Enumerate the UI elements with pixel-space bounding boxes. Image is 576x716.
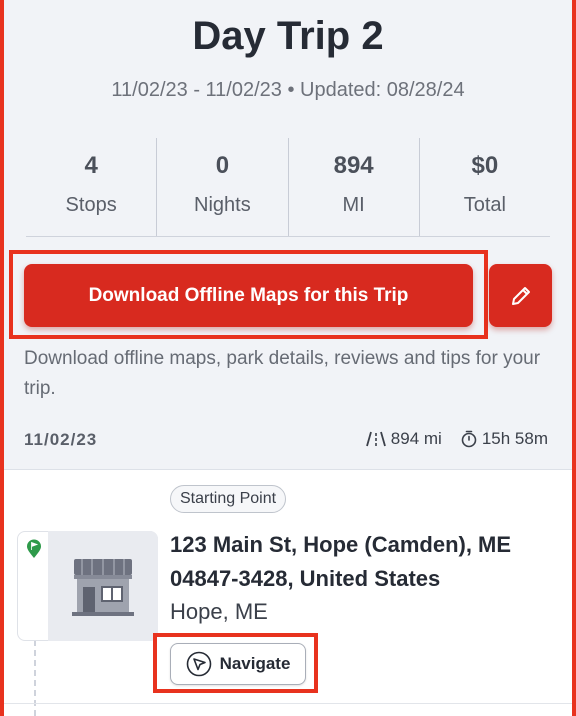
stat-label: Nights [194, 194, 251, 216]
stat-label: Stops [65, 194, 117, 216]
pencil-icon [511, 286, 530, 305]
location-pin [23, 538, 45, 560]
stat-label: Total [463, 194, 506, 216]
day-duration: 15h 58m [481, 429, 548, 448]
stop-city: Hope, ME [170, 599, 268, 624]
stat-nights: 0 Nights [157, 138, 289, 236]
stat-stops: 4 Stops [26, 138, 158, 236]
day-summary: 894 mi 15h 58m [365, 429, 548, 449]
day-date: 11/02/23 [24, 430, 98, 449]
stopwatch-icon [461, 430, 477, 448]
trip-stats: 4 Stops 0 Nights 894 MI $0 Total [26, 138, 550, 236]
trip-dates: 11/02/23 - 11/02/23 • Updated: 08/28/24 [111, 79, 465, 101]
stats-divider [26, 236, 550, 237]
stat-total: $0 Total [420, 138, 550, 236]
navigate-button[interactable]: Navigate [170, 643, 306, 685]
navigate-label: Navigate [219, 654, 291, 673]
stop-address[interactable]: 123 Main St, Hope (Camden), ME 04847-342… [170, 528, 560, 596]
section-divider [0, 703, 576, 704]
stat-value: 4 [84, 152, 98, 179]
starting-point-badge: Starting Point [170, 485, 287, 513]
location-pin-icon [27, 539, 41, 558]
stat-miles: 894 MI [289, 138, 420, 236]
stat-value: $0 [471, 152, 499, 179]
stat-value: 894 [333, 152, 374, 179]
download-description: Download offline maps, park details, rev… [24, 348, 541, 399]
edit-trip-button[interactable] [489, 264, 552, 327]
store-icon [72, 559, 134, 616]
day-distance: 894 mi [390, 429, 442, 448]
navigation-arrow-icon [186, 651, 211, 677]
download-offline-maps-button[interactable]: Download Offline Maps for this Trip [24, 264, 473, 327]
stop-thumbnail[interactable] [48, 531, 158, 641]
trip-title: Day Trip 2 [192, 14, 384, 58]
road-icon [365, 431, 386, 447]
stat-label: MI [342, 194, 365, 216]
stat-value: 0 [215, 152, 230, 179]
